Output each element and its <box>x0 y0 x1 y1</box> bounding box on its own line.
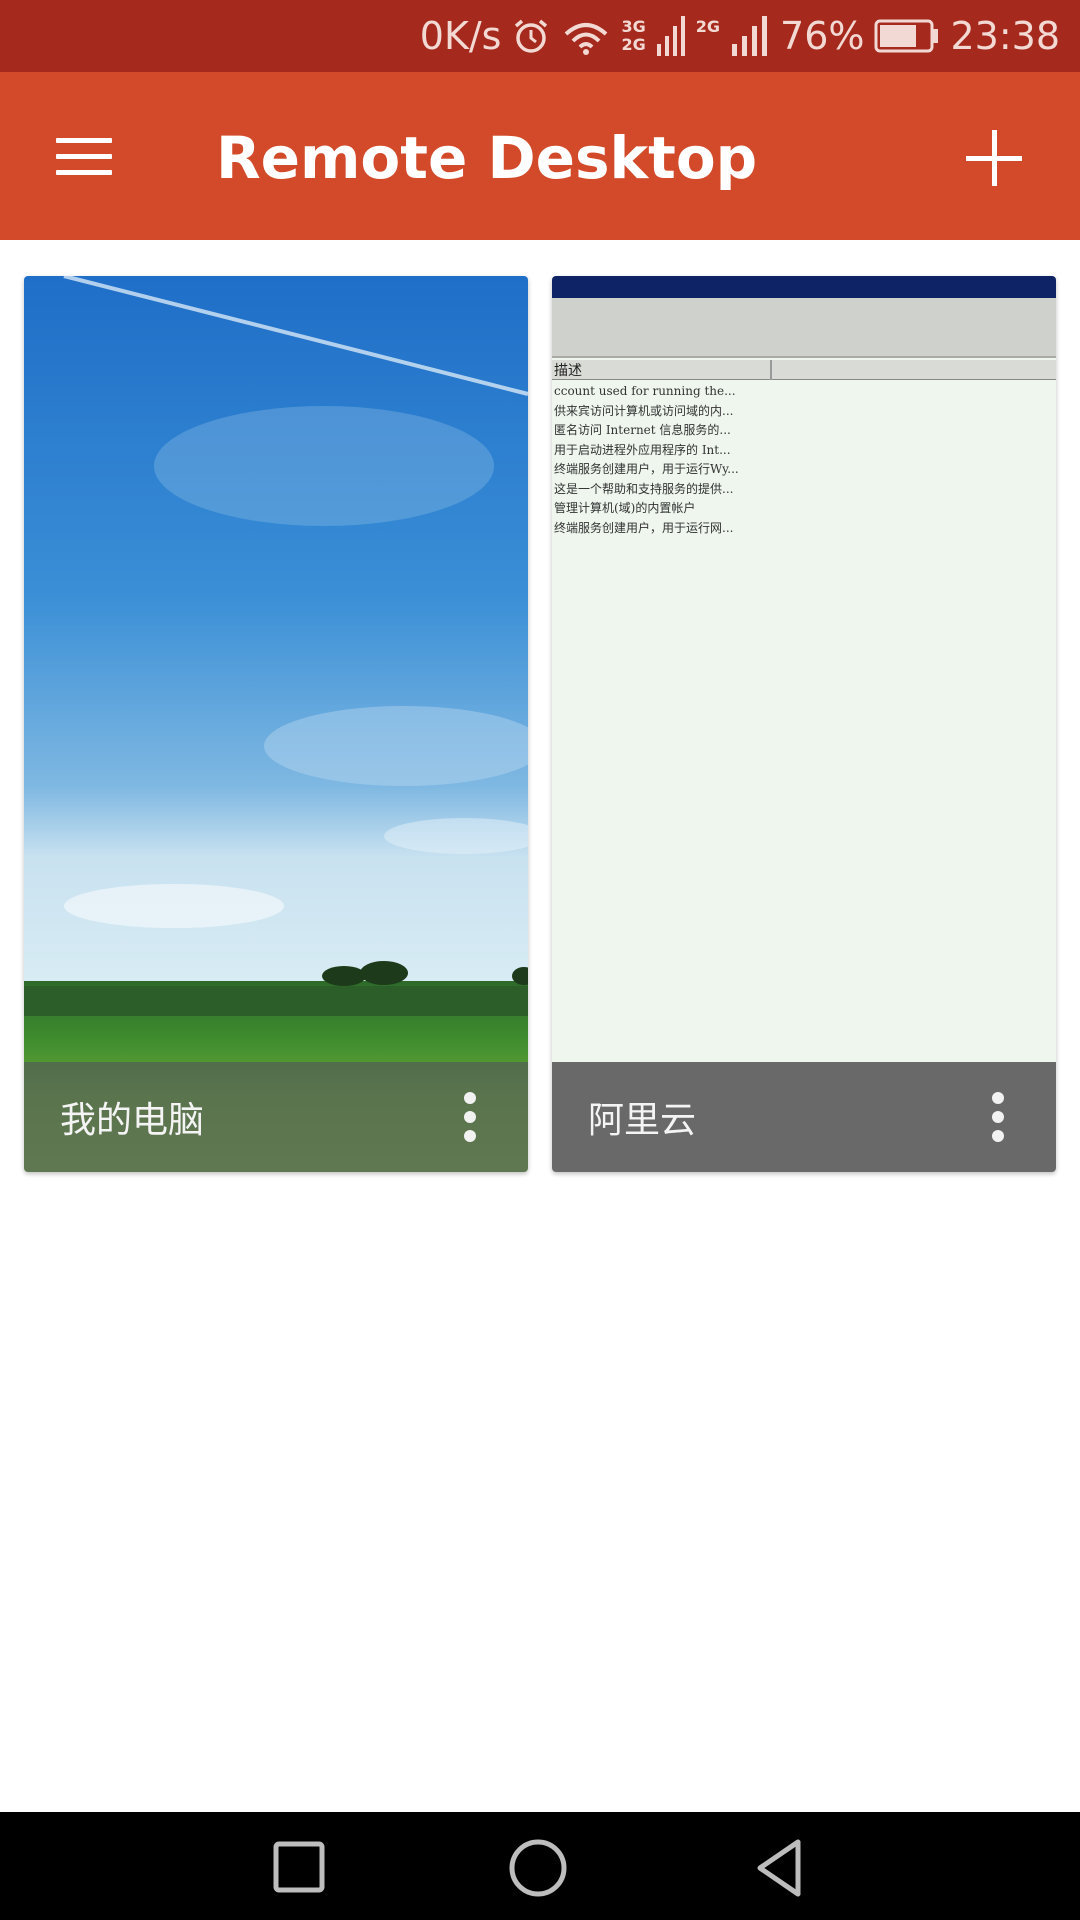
wifi-icon <box>565 23 608 55</box>
list-item: 供来宾访问计算机或访问域的内... <box>554 403 734 418</box>
network-type-1-top: 3G <box>621 17 646 36</box>
add-connection-button[interactable] <box>962 126 1026 190</box>
network-type-2-label: 2G <box>695 17 721 36</box>
app-title: Remote Desktop <box>216 124 758 192</box>
network-type-1: 3G 2G <box>621 18 645 54</box>
connection-card-my-computer[interactable]: 我的电脑 <box>24 276 528 1172</box>
home-icon[interactable] <box>506 1836 570 1900</box>
signal-icon <box>732 16 768 56</box>
window-toolbar <box>552 298 1056 358</box>
battery-icon <box>874 19 939 53</box>
card-footer: 我的电脑 <box>24 1062 528 1172</box>
list-item: ccount used for running the... <box>554 384 736 398</box>
back-icon[interactable] <box>748 1836 812 1900</box>
window-titlebar <box>552 276 1056 298</box>
network-speed: 0K/s <box>419 14 502 58</box>
recent-apps-icon[interactable] <box>268 1836 332 1900</box>
battery-percent: 76% <box>780 14 865 58</box>
desktop-thumbnail-screen: 描述 ccount used for running the... 供来宾访问计… <box>552 276 1056 1172</box>
status-bar: 0K/s 3G 2G 2G 76% 23:38 <box>0 0 1080 72</box>
alarm-icon <box>515 19 548 53</box>
list-item: 终端服务创建用户，用于运行Wy... <box>554 462 739 476</box>
desktop-thumbnail-sky <box>24 276 528 1172</box>
more-options-icon[interactable] <box>464 1092 478 1142</box>
network-type-2: 2G <box>696 18 720 54</box>
hamburger-menu-icon[interactable] <box>54 132 114 180</box>
connection-card-aliyun[interactable]: 描述 ccount used for running the... 供来宾访问计… <box>552 276 1056 1172</box>
card-footer: 阿里云 <box>552 1062 1056 1172</box>
list-item: 用于启动进程外应用程序的 Int... <box>554 442 731 457</box>
list-item: 管理计算机(域)的内置帐户 <box>554 501 696 515</box>
column-header-label: 描述 <box>554 363 582 379</box>
connection-label: 我的电脑 <box>60 1100 205 1141</box>
list-item: 这是一个帮助和支持服务的提供... <box>554 481 734 496</box>
connection-label: 阿里云 <box>588 1100 697 1141</box>
navigation-bar <box>0 1812 1080 1920</box>
list-item: 终端服务创建用户，用于运行网... <box>554 520 734 535</box>
description-list: ccount used for running the... 供来宾访问计算机或… <box>554 382 774 538</box>
list-item: 匿名访问 Internet 信息服务的... <box>554 423 731 437</box>
app-bar: Remote Desktop <box>0 72 1080 240</box>
list-column-header: 描述 <box>552 360 1056 380</box>
network-type-1-bottom: 2G <box>621 35 646 54</box>
clock: 23:38 <box>950 14 1060 58</box>
signal-icon <box>656 16 685 56</box>
more-options-icon[interactable] <box>992 1092 1006 1142</box>
